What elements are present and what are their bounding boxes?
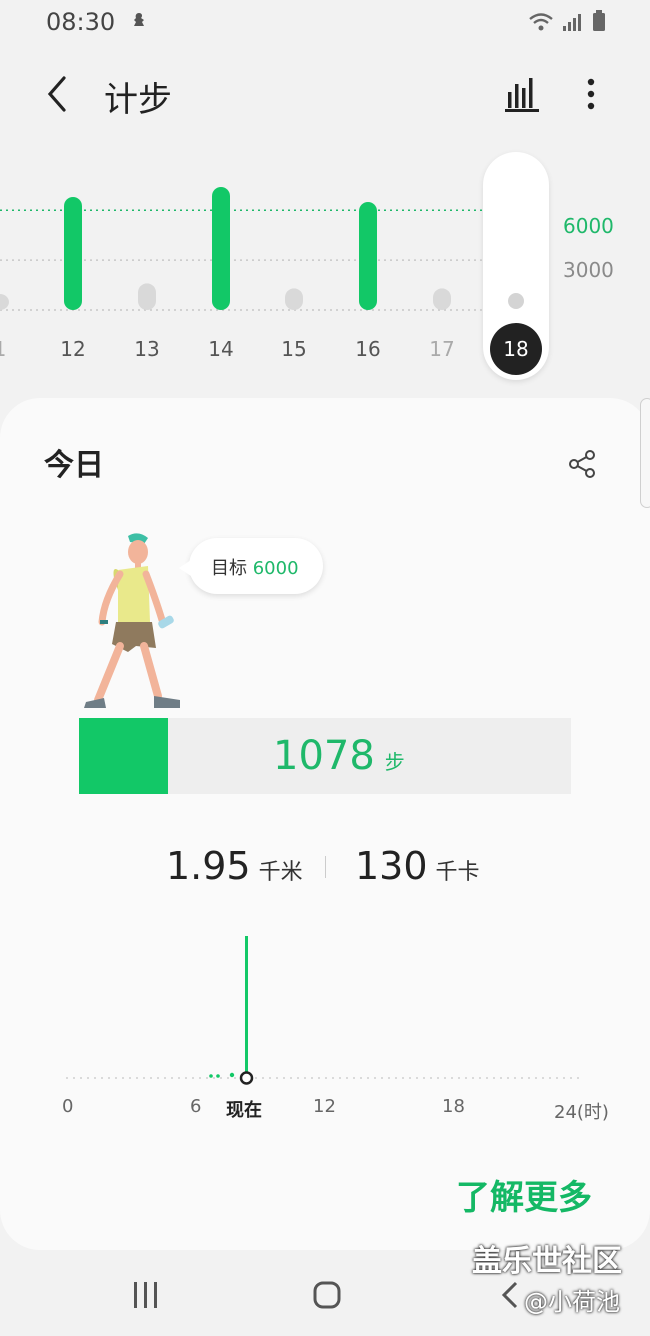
hourly-activity-dot bbox=[209, 1074, 213, 1078]
now-marker-icon bbox=[239, 1071, 254, 1085]
day-label: 14 bbox=[208, 337, 233, 361]
signal-icon bbox=[563, 14, 581, 31]
day-label-selected: 18 bbox=[503, 337, 528, 361]
walking-person-illustration bbox=[84, 533, 180, 708]
day-bar bbox=[212, 186, 230, 310]
bar-chart-icon[interactable] bbox=[502, 74, 542, 114]
more-options-icon[interactable] bbox=[576, 74, 606, 114]
day-label: 12 bbox=[60, 337, 85, 361]
hourly-steps-chart: 0 6 现在 12 18 24(时) bbox=[0, 928, 650, 1128]
steps-progress-bar: 1078 步 bbox=[79, 718, 571, 794]
hourly-chart-graphic bbox=[66, 936, 584, 1085]
day-bar bbox=[433, 288, 451, 310]
axis-tick-now: 现在 bbox=[226, 1100, 262, 1121]
watermark-brand: 盖乐世社区 bbox=[472, 1244, 622, 1279]
day-label: 13 bbox=[134, 337, 159, 361]
day-label: 15 bbox=[281, 337, 306, 361]
goal-bubble: 目标 6000 bbox=[179, 538, 323, 594]
edge-panel-handle[interactable] bbox=[640, 398, 650, 508]
day-label: 16 bbox=[355, 337, 380, 361]
steps-unit: 步 bbox=[384, 750, 405, 774]
home-icon[interactable] bbox=[312, 1280, 342, 1310]
mid-line-label: 3000 bbox=[563, 258, 614, 282]
day-label: 17 bbox=[429, 337, 454, 361]
axis-tick: 12 bbox=[313, 1096, 336, 1117]
day-bar bbox=[138, 283, 156, 310]
stats-divider bbox=[325, 856, 326, 878]
calories-unit: 千卡 bbox=[435, 860, 480, 885]
wifi-icon bbox=[529, 13, 553, 31]
notification-icon bbox=[134, 13, 144, 26]
nav-back-icon[interactable] bbox=[500, 1280, 520, 1310]
share-icon[interactable] bbox=[566, 448, 598, 480]
calories-value: 130 bbox=[355, 844, 428, 888]
steps-progress-fill bbox=[79, 718, 168, 794]
day-bar bbox=[285, 288, 303, 310]
status-bar: 08:30 bbox=[0, 0, 650, 44]
goal-prefix: 目标 bbox=[211, 558, 247, 579]
day-bar bbox=[64, 196, 82, 310]
axis-tick: 0 bbox=[62, 1096, 74, 1117]
day-label: 1 bbox=[0, 337, 6, 361]
stats-row: 1.95 千米 130 千卡 bbox=[0, 844, 650, 894]
weekly-bars: 1 12 13 14 15 16 17 18 bbox=[0, 186, 542, 375]
battery-icon bbox=[593, 10, 605, 31]
axis-tick: 18 bbox=[442, 1096, 465, 1117]
today-card: 今日 目标 6000 1078 步 1.95 千米 130 千卡 0 6 现在 … bbox=[0, 398, 650, 1250]
steps-count: 1078 bbox=[273, 733, 375, 779]
today-title: 今日 bbox=[44, 448, 104, 483]
learn-more-button[interactable]: 了解更多 bbox=[456, 1170, 592, 1219]
app-bar: 计步 bbox=[0, 60, 650, 132]
hourly-activity-dot bbox=[229, 1072, 235, 1078]
distance-value: 1.95 bbox=[166, 844, 251, 888]
day-bar bbox=[0, 294, 9, 310]
hourly-activity-dot bbox=[216, 1074, 220, 1078]
day-bar bbox=[359, 201, 377, 310]
status-time: 08:30 bbox=[46, 8, 116, 36]
axis-tick: 6 bbox=[190, 1096, 202, 1117]
recent-apps-icon[interactable] bbox=[130, 1280, 162, 1310]
status-icons bbox=[528, 10, 606, 32]
goal-line-label: 6000 bbox=[563, 214, 614, 238]
current-hour-bar bbox=[245, 936, 248, 1076]
watermark-author: @小荷池 bbox=[524, 1288, 620, 1316]
goal-value: 6000 bbox=[252, 558, 299, 579]
weekly-steps-chart: 1 12 13 14 15 16 17 18 6000 3000 bbox=[0, 140, 650, 390]
distance-unit: 千米 bbox=[258, 860, 303, 885]
back-button[interactable] bbox=[38, 72, 78, 116]
day-bar-selected bbox=[508, 293, 524, 309]
axis-tick: 24(时) bbox=[554, 1102, 609, 1123]
page-title: 计步 bbox=[104, 80, 172, 120]
